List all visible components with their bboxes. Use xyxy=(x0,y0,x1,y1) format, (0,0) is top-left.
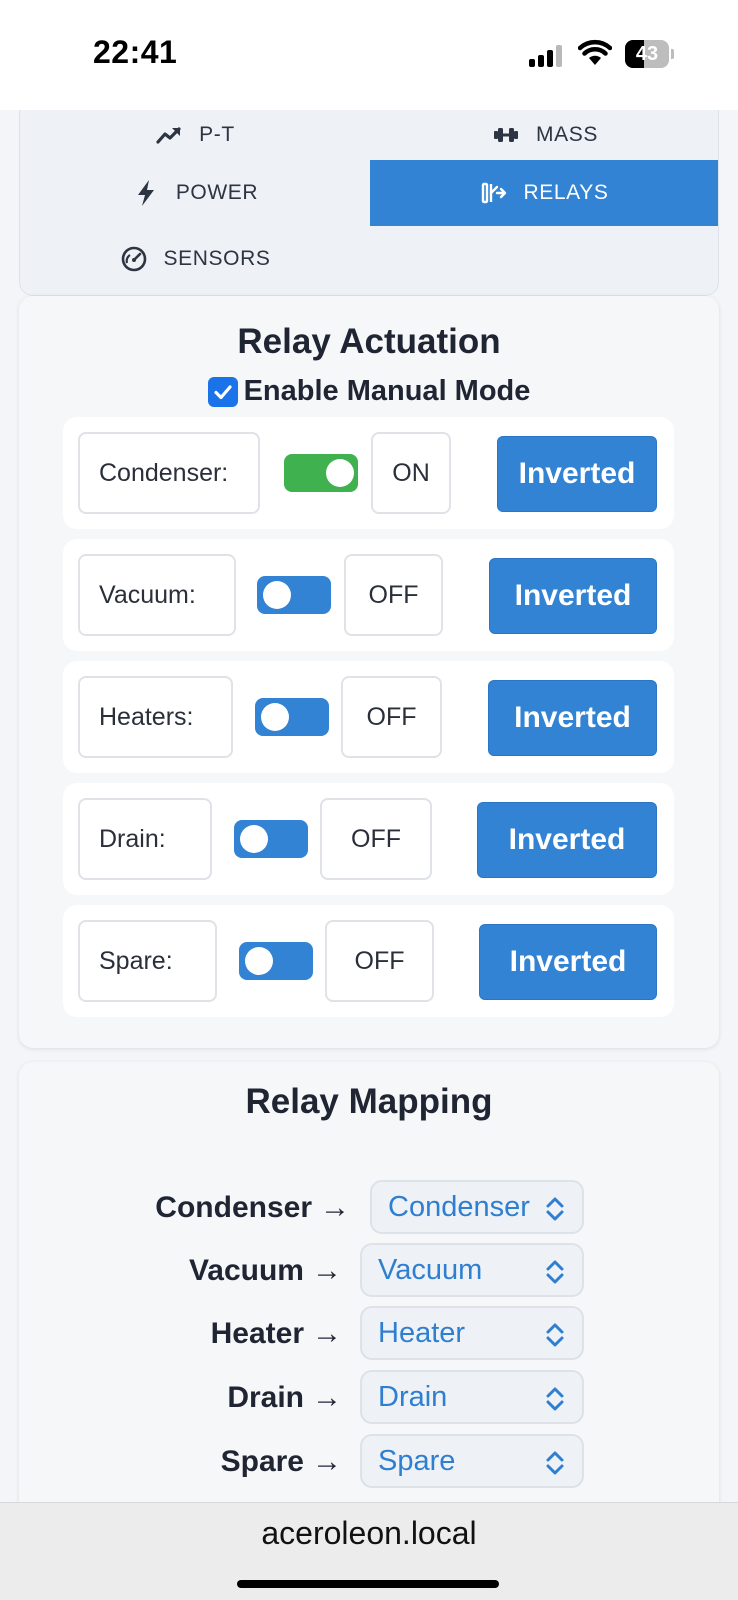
relay-actuation-title: Relay Actuation xyxy=(237,322,501,361)
toggle-knob xyxy=(263,581,291,609)
mapping-label: Condenser → xyxy=(155,1191,350,1224)
mapping-row-spare: Spare → Spare xyxy=(0,1434,738,1490)
lightning-bolt-icon xyxy=(137,180,154,206)
relay-toggle[interactable] xyxy=(255,698,329,736)
tab-label: RELAYS xyxy=(523,181,609,204)
gauge-icon xyxy=(121,246,146,272)
relay-toggle[interactable] xyxy=(257,576,331,614)
mapping-label: Spare → xyxy=(220,1445,342,1478)
toggle-knob xyxy=(240,825,268,853)
dumbbell-icon xyxy=(494,128,519,142)
relay-state: OFF xyxy=(344,554,443,636)
inverted-button[interactable]: Inverted xyxy=(479,924,657,1000)
relay-select[interactable]: Heater xyxy=(360,1306,584,1360)
chevron-up-down-icon xyxy=(546,1451,564,1475)
relay-row-vacuum: Vacuum: OFF Inverted xyxy=(63,539,674,651)
mapping-row-drain: Drain → Drain xyxy=(0,1370,738,1426)
relay-toggle[interactable] xyxy=(239,942,313,980)
inverted-button[interactable]: Inverted xyxy=(497,436,657,512)
relay-select[interactable]: Condenser xyxy=(370,1180,584,1234)
tab-label: POWER xyxy=(175,181,259,204)
relay-name: Condenser: xyxy=(78,432,260,514)
toggle-knob xyxy=(245,947,273,975)
tab-pt[interactable]: P-T xyxy=(20,102,370,168)
chevron-up-down-icon xyxy=(546,1260,564,1284)
toggle-knob xyxy=(261,703,289,731)
select-value: Condenser xyxy=(388,1190,530,1223)
tab-label: SENSORS xyxy=(163,247,271,270)
tab-sensors[interactable]: SENSORS xyxy=(20,226,370,292)
mapping-row-condenser: Condenser → Condenser xyxy=(0,1180,738,1236)
relay-toggle[interactable] xyxy=(234,820,308,858)
relay-select[interactable]: Vacuum xyxy=(360,1243,584,1297)
tab-label: P-T xyxy=(199,123,235,146)
relay-row-drain: Drain: OFF Inverted xyxy=(63,783,674,895)
chevron-up-down-icon xyxy=(546,1387,564,1411)
mapping-label: Vacuum → xyxy=(188,1254,342,1287)
select-value: Drain xyxy=(378,1380,448,1413)
inverted-button[interactable]: Inverted xyxy=(477,802,657,878)
mapping-label: Heater → xyxy=(210,1317,342,1350)
relay-toggle[interactable] xyxy=(284,454,358,492)
chevron-up-down-icon xyxy=(546,1323,564,1347)
mapping-row-heater: Heater → Heater xyxy=(0,1306,738,1362)
select-value: Heater xyxy=(378,1316,466,1349)
manual-mode-checkbox[interactable] xyxy=(207,376,238,407)
relay-row-condenser: Condenser: ON Inverted xyxy=(63,417,674,529)
inverted-button[interactable]: Inverted xyxy=(488,680,657,756)
select-value: Vacuum xyxy=(378,1253,483,1286)
battery-icon: 43 xyxy=(625,40,674,68)
checkmark-icon xyxy=(213,384,232,399)
select-value: Spare xyxy=(378,1444,456,1477)
mapping-row-vacuum: Vacuum → Vacuum xyxy=(0,1243,738,1299)
status-time: 22:41 xyxy=(93,34,178,70)
relay-switch-icon xyxy=(481,182,506,204)
tab-power[interactable]: POWER xyxy=(20,160,370,226)
relay-name: Spare: xyxy=(78,920,217,1002)
cellular-signal-icon xyxy=(529,43,569,67)
trend-up-icon xyxy=(156,127,181,144)
tab-label: MASS xyxy=(536,123,598,146)
relay-name: Heaters: xyxy=(78,676,233,758)
toggle-knob xyxy=(326,459,354,487)
status-bar: 22:41 43 xyxy=(0,0,738,110)
wifi-icon xyxy=(577,39,613,67)
relay-name: Drain: xyxy=(78,798,212,880)
url-text[interactable]: aceroleon.local xyxy=(0,1515,738,1552)
inverted-button[interactable]: Inverted xyxy=(489,558,657,634)
relay-select[interactable]: Spare xyxy=(360,1434,584,1488)
battery-level: 43 xyxy=(635,43,659,65)
tab-bar: P-T MASS POWER RELAYS SENSORS xyxy=(19,110,719,296)
tab-mass[interactable]: MASS xyxy=(370,102,720,168)
relay-select[interactable]: Drain xyxy=(360,1370,584,1424)
tab-relays[interactable]: RELAYS xyxy=(370,160,718,226)
relay-name: Vacuum: xyxy=(78,554,236,636)
browser-address-bar[interactable]: aceroleon.local xyxy=(0,1502,738,1600)
home-indicator[interactable] xyxy=(237,1580,499,1588)
relay-row-heaters: Heaters: OFF Inverted xyxy=(63,661,674,773)
relay-row-spare: Spare: OFF Inverted xyxy=(63,905,674,1017)
manual-mode-label[interactable]: Enable Manual Mode xyxy=(244,375,531,408)
relay-state: OFF xyxy=(325,920,434,1002)
relay-state: ON xyxy=(371,432,451,514)
relay-state: OFF xyxy=(320,798,432,880)
relay-mapping-title: Relay Mapping xyxy=(245,1082,493,1121)
manual-mode-control: Enable Manual Mode xyxy=(0,375,738,408)
mapping-label: Drain → xyxy=(227,1381,342,1414)
relay-state: OFF xyxy=(341,676,442,758)
chevron-up-down-icon xyxy=(546,1197,564,1221)
